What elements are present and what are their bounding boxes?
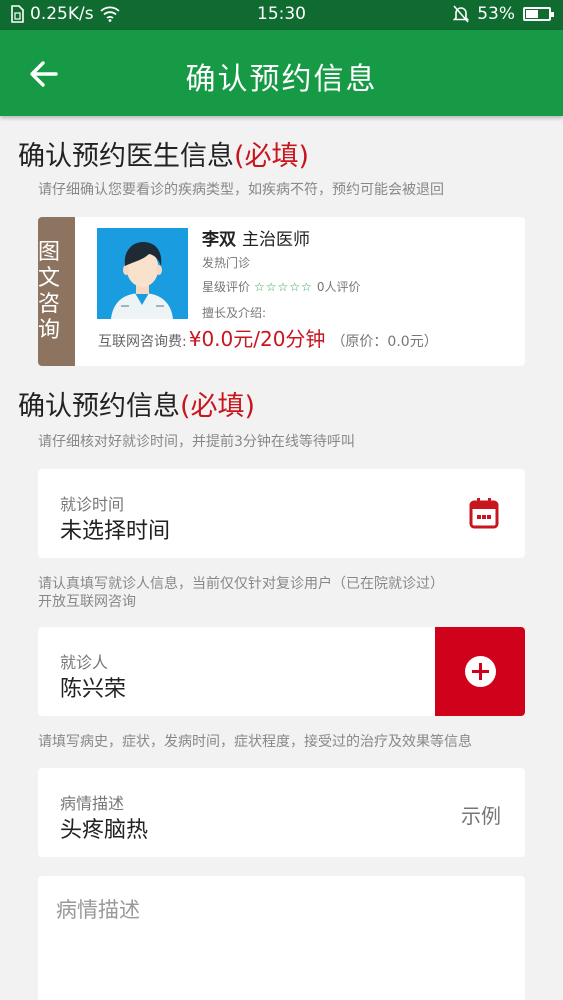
- description-card: [38, 876, 525, 1000]
- visit-time-field[interactable]: 就诊时间 未选择时间: [38, 469, 525, 558]
- doctor-skill-label: 擅长及介绍:: [202, 306, 267, 320]
- consult-type-line: 咨询: [38, 291, 61, 343]
- status-right: 53%: [453, 4, 554, 24]
- doctor-avatar-icon: [97, 228, 188, 319]
- patient-hint-line: 开放互联网咨询: [38, 594, 136, 610]
- add-patient-button[interactable]: [435, 627, 525, 716]
- rating-label: 星级评价: [202, 280, 251, 294]
- battery-percent: 53%: [477, 4, 515, 24]
- app-bar: 确认预约信息: [0, 30, 563, 116]
- visit-time-label: 就诊时间: [60, 495, 125, 514]
- plus-icon: [464, 656, 496, 687]
- doctor-title: 主治医师: [242, 230, 310, 250]
- condition-hint: 请填写病史，症状，发病时间，症状程度，接受过的治疗及效果等信息: [38, 734, 472, 750]
- description-textarea[interactable]: [38, 876, 525, 1000]
- doctor-rating: 星级评价 ☆☆☆☆☆ 0人评价: [202, 278, 360, 295]
- patient-label: 就诊人: [60, 653, 109, 672]
- doctor-card[interactable]: 图文 咨询 李双 主治医师 发热门诊 星级评价 ☆☆☆☆☆ 0人评价 擅长及介绍:…: [38, 217, 525, 366]
- battery-icon: [523, 7, 554, 21]
- required-mark: (必填): [180, 391, 256, 422]
- doctor-section-title: 确认预约医生信息(必填): [18, 134, 309, 173]
- review-count: 0人评价: [316, 280, 361, 294]
- doctor-name-row: 李双 主治医师: [202, 225, 310, 250]
- consult-type-tag: 图文 咨询: [38, 217, 75, 366]
- status-bar: 0.25K/s 15:30 53%: [0, 0, 563, 30]
- star-rating-icon: ☆☆☆☆☆: [254, 279, 313, 294]
- consult-fee: 互联网咨询费: ¥0.0元/20分钟 （原价：0.0元）: [98, 323, 438, 352]
- doctor-name: 李双: [202, 230, 236, 250]
- page-title: 确认预约信息: [185, 62, 378, 97]
- example-link[interactable]: 示例: [461, 800, 501, 829]
- patient-hint: 请认真填写就诊人信息，当前仅仅针对复诊用户（已在院就诊过） 开放互联网咨询: [38, 575, 444, 611]
- condition-label: 病情描述: [60, 794, 125, 813]
- patient-hint-line: 请认真填写就诊人信息，当前仅仅针对复诊用户（已在院就诊过）: [38, 576, 444, 592]
- doctor-department: 发热门诊: [202, 256, 251, 270]
- patient-value: 陈兴荣: [60, 677, 127, 702]
- doctor-avatar: [97, 228, 188, 319]
- mute-bell-icon: [453, 5, 470, 23]
- appointment-section-title-text: 确认预约信息: [18, 391, 180, 422]
- doctor-section-title-text: 确认预约医生信息: [18, 141, 234, 172]
- fee-label: 互联网咨询费:: [98, 334, 187, 350]
- appointment-section-title: 确认预约信息(必填): [18, 384, 255, 423]
- doctor-section-hint: 请仔细确认您要看诊的疾病类型，如疾病不符，预约可能会被退回: [38, 182, 444, 198]
- required-mark: (必填): [234, 141, 310, 172]
- calendar-icon[interactable]: [469, 497, 499, 529]
- fee-price: ¥0.0元/20分钟: [188, 327, 326, 351]
- condition-value: 头疼脑热: [60, 818, 149, 843]
- condition-field[interactable]: 病情描述 头疼脑热 示例: [38, 768, 525, 857]
- battery-fill: [526, 10, 538, 18]
- patient-field[interactable]: 就诊人 陈兴荣: [38, 627, 525, 716]
- original-price: （原价：0.0元）: [331, 334, 438, 350]
- visit-time-value: 未选择时间: [60, 519, 171, 544]
- appointment-section-hint: 请仔细核对好就诊时间，并提前3分钟在线等待呼叫: [38, 434, 355, 450]
- consult-type-line: 图文: [38, 239, 61, 291]
